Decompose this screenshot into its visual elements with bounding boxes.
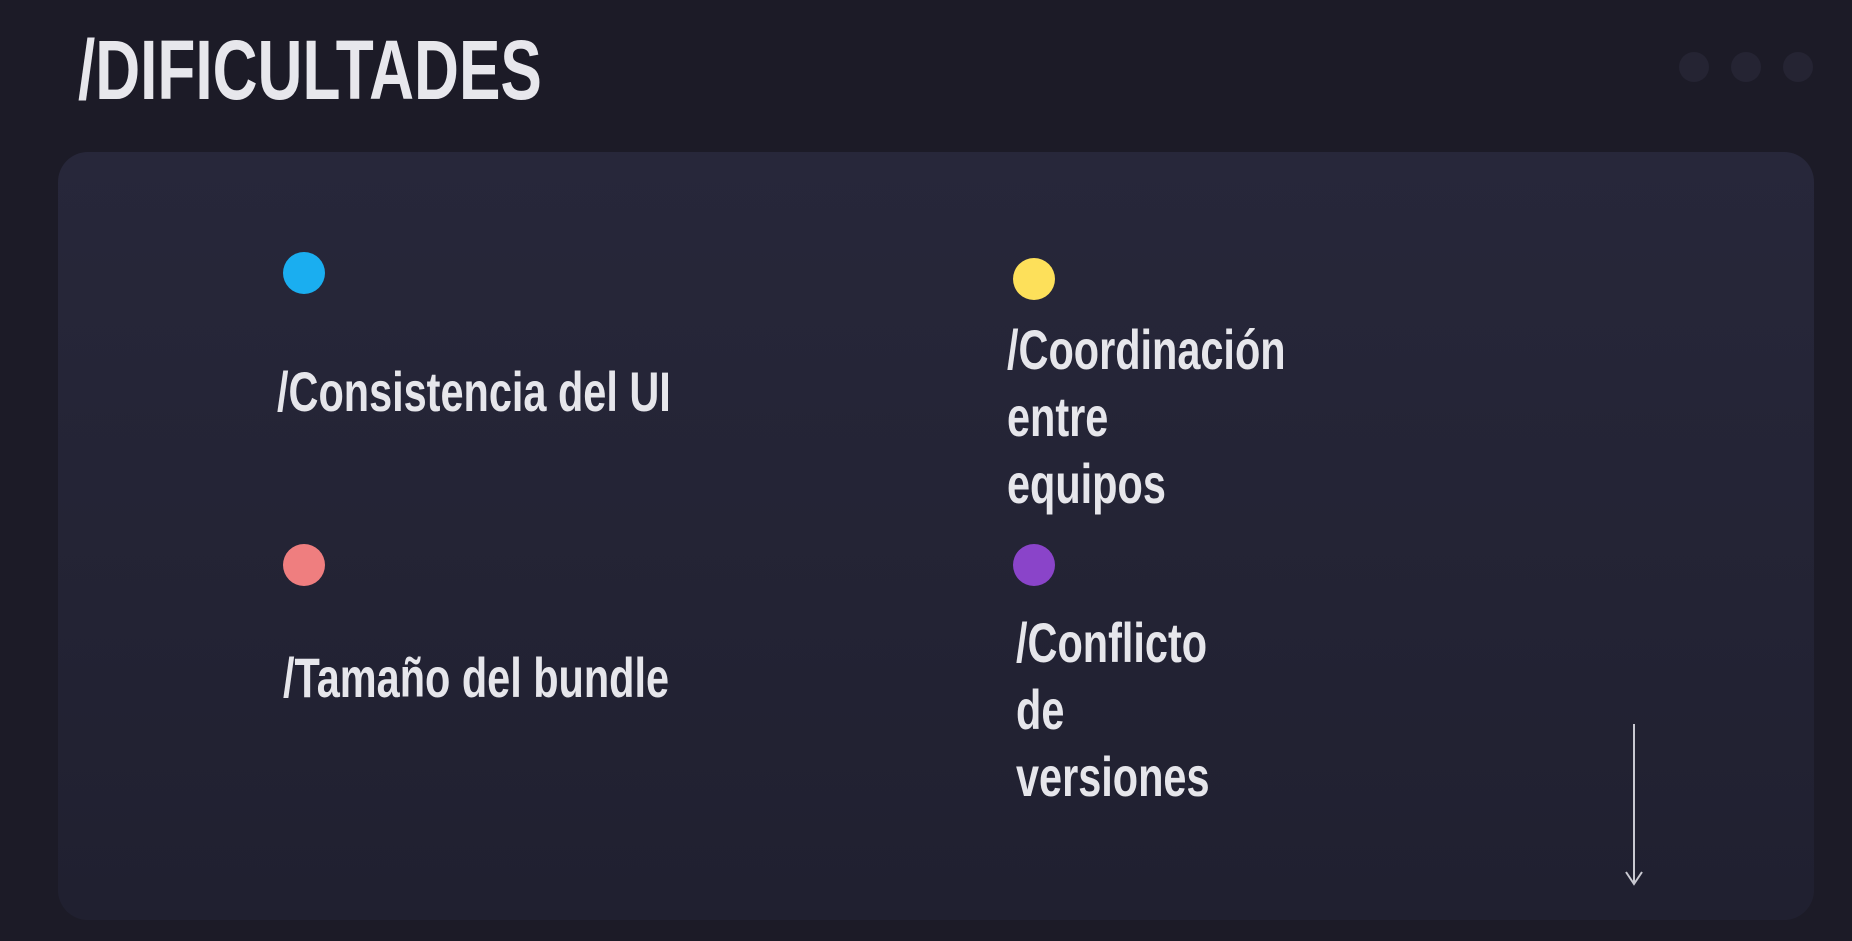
dot-icon (1783, 52, 1813, 82)
item-label: /Coordinación entre equipos (1007, 318, 1286, 515)
bullet-dot-icon (283, 252, 325, 294)
bullet-dot-icon (283, 544, 325, 586)
dot-icon (1679, 52, 1709, 82)
bullet-dot-icon (1013, 258, 1055, 300)
window-controls (1679, 52, 1813, 82)
slide: { "title": "/DIFICULTADES", "items": [ {… (0, 0, 1852, 941)
dot-icon (1731, 52, 1761, 82)
item-label: /Consistencia del UI (277, 360, 671, 423)
item-label: /Tamaño del bundle (283, 646, 670, 709)
arrow-down-icon[interactable] (1622, 722, 1646, 890)
content-card: /Consistencia del UI /Coordinación entre… (58, 152, 1814, 920)
page-title: /DIFICULTADES (78, 23, 542, 117)
bullet-dot-icon (1013, 544, 1055, 586)
item-label: /Conflicto de versiones (1016, 611, 1210, 808)
